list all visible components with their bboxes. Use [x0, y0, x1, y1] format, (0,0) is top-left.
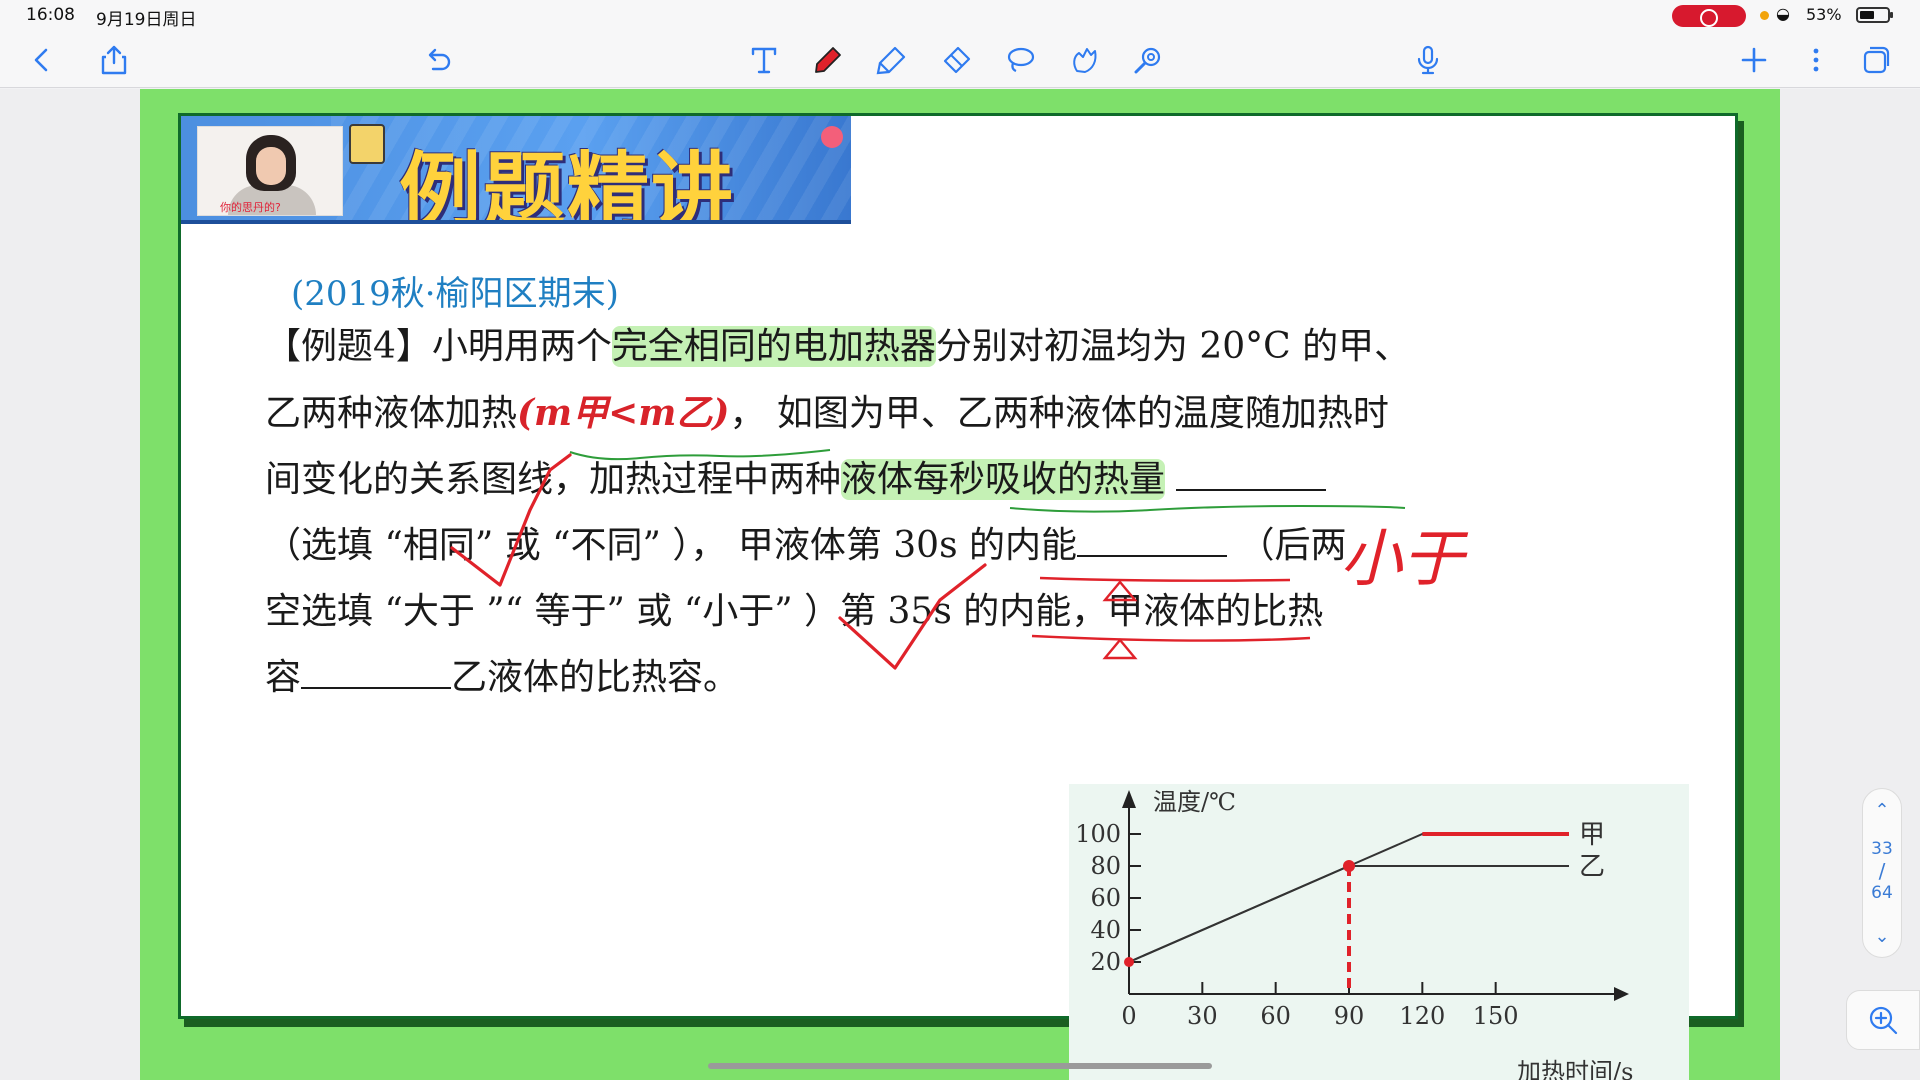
heart-icon [821, 126, 843, 148]
teacher-video-thumbnail[interactable]: 你的思丹的? [197, 126, 343, 216]
y-tick-label: 40 [1090, 916, 1121, 944]
mic-in-use-indicator [1760, 11, 1769, 20]
video-caption: 你的思丹的? [220, 201, 281, 214]
eraser-tool-icon[interactable] [938, 42, 974, 78]
x-tick-label: 60 [1260, 1002, 1291, 1030]
y-tick-label: 80 [1090, 852, 1121, 880]
back-icon[interactable] [24, 42, 60, 78]
highlight-heat-per-second: 液体每秒吸收的热量 [841, 459, 1166, 500]
battery-percent: 53% [1806, 5, 1842, 24]
status-time: 16:08 [26, 5, 75, 25]
mass-note: (m甲<m乙) [517, 392, 730, 434]
series-label-1: 甲 [1579, 820, 1605, 850]
red-dot-80 [1343, 860, 1355, 872]
question-line-5: 空选填 “大于 ”“ 等于” 或 “小于” ）第 35s 的内能，甲液体的比热 [265, 591, 1324, 632]
x-tick-label: 120 [1399, 1002, 1445, 1030]
question-line-2: 乙两种液体加热(m甲<m乙)， 如图为甲、乙两种液体的温度随加热时 [265, 392, 1389, 434]
toolbar [0, 30, 1920, 88]
page-down-icon[interactable]: ⌄ [1863, 921, 1901, 951]
series-label-2: 乙 [1579, 852, 1605, 882]
x-tick-label: 0 [1121, 1002, 1136, 1030]
question-line-3: 间变化的关系图线，加热过程中两种液体每秒吸收的热量 [265, 447, 1685, 513]
slide: 你的思丹的? 例题精讲 (2019秋·榆阳区期末) 【例题4】小明用两个完全相同… [178, 113, 1738, 1080]
question-text: 【例题4】小明用两个完全相同的电加热器分别对初温均为 20°C 的甲、 乙两种液… [265, 314, 1685, 711]
question-line-4: （选填 “相同” 或 “不同” ）， 甲液体第 30s 的内能 （后两 [265, 523, 1347, 566]
chart-svg: 温度/℃ 加热时间/s 0 30 60 90 120 150 20 40 60 80 100 甲乙 [1075, 788, 1633, 1080]
current-page: 33 [1871, 839, 1893, 859]
slide-banner: 你的思丹的? 例题精讲 [181, 116, 851, 224]
answer-blank-3[interactable] [301, 655, 452, 689]
page-navigator: ⌃ 33 / 64 ⌄ [1862, 788, 1902, 958]
wifi-icon: ◒ [1776, 4, 1790, 23]
status-bar: 16:08 9月19日周日 ◒ 53% [0, 0, 1920, 30]
answer-blank-2[interactable] [1077, 523, 1228, 557]
laser-pointer-icon[interactable] [1130, 42, 1166, 78]
page-separator: / [1878, 859, 1886, 883]
x-axis-label: 加热时间/s [1517, 1058, 1633, 1080]
calculator-icon [349, 124, 385, 164]
x-tick-label: 30 [1187, 1002, 1218, 1030]
red-dot-20 [1124, 957, 1134, 967]
question-line-1: 【例题4】小明用两个完全相同的电加热器分别对初温均为 20°C 的甲、 [265, 326, 1411, 367]
banner-title: 例题精讲 [399, 143, 736, 224]
share-icon[interactable] [96, 42, 132, 78]
answer-blank-1[interactable] [1176, 457, 1327, 491]
shape-tool-icon[interactable] [1066, 42, 1102, 78]
add-page-icon[interactable] [1736, 42, 1772, 78]
note-page[interactable]: 你的思丹的? 例题精讲 (2019秋·榆阳区期末) 【例题4】小明用两个完全相同… [140, 89, 1780, 1080]
temperature-time-chart: 温度/℃ 加热时间/s 0 30 60 90 120 150 20 40 60 80 100 甲乙 [1069, 784, 1689, 1080]
x-tick-label: 150 [1473, 1002, 1519, 1030]
text-tool-icon[interactable] [746, 42, 782, 78]
question-line-6: 容乙液体的比热容。 [265, 655, 740, 698]
pen-tool-icon[interactable] [810, 42, 846, 78]
x-tick-label: 90 [1334, 1002, 1365, 1030]
total-pages: 64 [1871, 883, 1893, 903]
home-indicator[interactable] [708, 1063, 1212, 1069]
x-axis-arrow [1614, 987, 1629, 1001]
y-axis-label: 温度/℃ [1153, 788, 1236, 816]
y-axis-arrow [1122, 790, 1136, 808]
lasso-tool-icon[interactable] [1002, 42, 1038, 78]
y-tick-label: 20 [1090, 948, 1121, 976]
highlight-heaters: 完全相同的电加热器 [611, 326, 936, 367]
y-tick-label: 60 [1090, 884, 1121, 912]
undo-icon[interactable] [420, 42, 456, 78]
screen-recording-icon[interactable] [1672, 5, 1746, 27]
page-overview-icon[interactable] [1858, 42, 1894, 78]
more-options-icon[interactable] [1798, 42, 1834, 78]
highlighter-tool-icon[interactable] [874, 42, 910, 78]
y-tick-label: 100 [1075, 820, 1121, 848]
page-up-icon[interactable]: ⌃ [1863, 795, 1901, 825]
note-canvas[interactable]: 你的思丹的? 例题精讲 (2019秋·榆阳区期末) 【例题4】小明用两个完全相同… [0, 89, 1920, 1080]
battery-icon [1856, 7, 1893, 23]
status-date: 9月19日周日 [96, 10, 197, 30]
question-source: (2019秋·榆阳区期末) [291, 274, 619, 314]
zoom-in-icon[interactable] [1846, 990, 1920, 1050]
microphone-icon[interactable] [1410, 42, 1446, 78]
